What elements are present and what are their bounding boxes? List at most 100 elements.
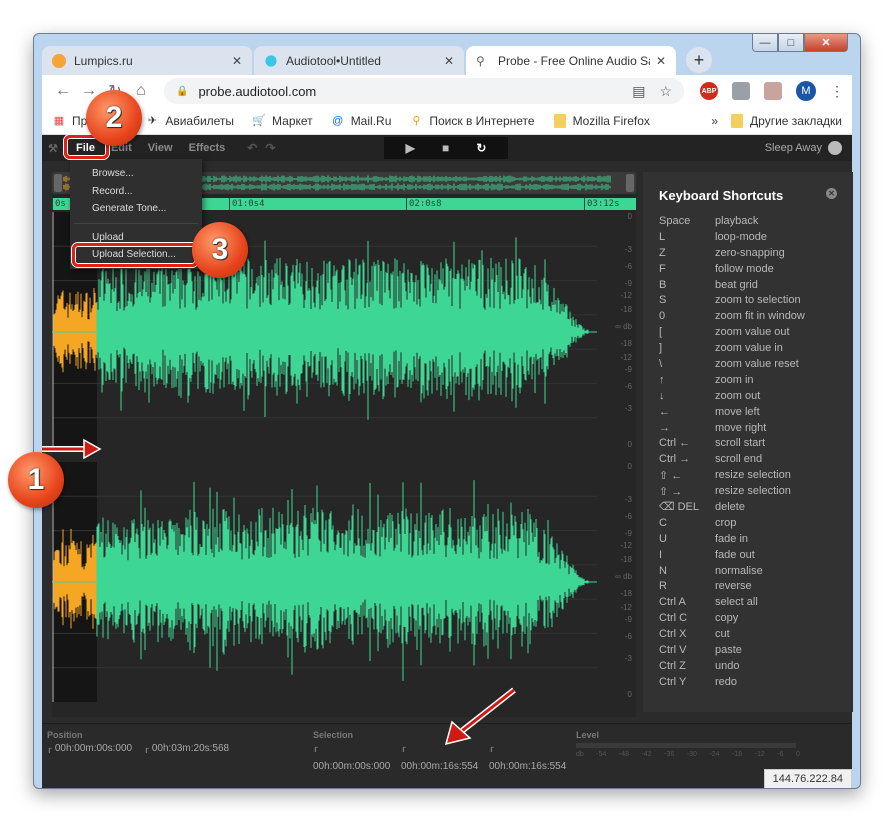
db-tick: -6 [624,512,632,522]
undo-redo-icons[interactable]: ↶↷ [247,141,283,155]
stop-icon[interactable]: ■ [442,141,449,155]
shortcuts-list: Space playback Lloop-mode Zzero-snapping Ffo… [659,213,837,690]
tab-probe[interactable]: ⚲ Probe - Free Online Audio Sampl ✕ [466,46,676,75]
menu-view[interactable]: View [140,142,181,154]
bookmark-aviabilety[interactable]: ✈ Авиабилеты [145,114,234,128]
timeline-mark: 0s [52,198,66,210]
tab-audiotool[interactable]: Audiotool•Untitled ✕ [254,46,464,75]
db-tick: ∞ db [615,322,632,332]
db-tick: -3 [624,403,632,413]
position-start: ┎ 00h:00m:00s:000 [47,743,132,754]
loop-icon[interactable]: ↻ [476,141,486,155]
shortcut-row: Bbeat grid [659,277,837,293]
shortcut-key: Z [659,246,666,259]
bookmark-search[interactable]: ⚲ Поиск в Интернете [409,114,534,128]
profile-avatar[interactable]: M [796,81,816,101]
bookmarks-bar: ▦ Пр ✈ Авиабилеты 🛒 Маркет @ Mail.Ru ⚲ Поиск … [42,107,852,135]
level-tick: -6 [777,751,784,758]
star-icon[interactable]: ☆ [659,83,672,100]
bookmark-firefox[interactable]: Mozilla Firefox [553,113,650,128]
shortcut-row: Ctrl Z undo [659,658,837,674]
shortcut-action: move left [715,405,760,418]
shortcut-action: zoom value out [715,326,790,339]
shortcut-row: Szoom to selection [659,292,837,308]
db-scale-right: 0 -3 -6 -9 -12 -18 ∞ db -18 -12 -9 -6 -3 0 [597,462,636,702]
back-icon[interactable]: ← [50,82,76,100]
level-tick: -48 [618,751,630,758]
translate-icon[interactable]: ▤ [632,83,645,100]
channels[interactable]: 0 -3 -6 -9 -12 -18 ∞ db -18 -12 -9 -6 -3 0 0 -3 -6 -9 -1… [52,212,636,717]
shortcut-action: zoom value in [715,342,783,355]
bookmark-market[interactable]: 🛒 Маркет [252,114,313,128]
shortcut-action: resize selection [715,469,791,482]
level-meter [576,743,796,748]
db-tick: -12 [620,603,632,613]
close-tab-icon[interactable]: ✕ [232,54,242,68]
db-tick: -18 [620,339,632,348]
highlight-upload-selection [72,243,198,267]
probe-favicon-icon: ⚲ [476,53,485,68]
shortcut-row: ← move left [659,404,837,420]
menu-generate-tone[interactable]: Generate Tone... [70,200,202,218]
db-tick: -6 [624,382,632,392]
tab-lumpics[interactable]: Lumpics.ru ✕ [42,46,252,75]
bookmark-mailru[interactable]: @ Mail.Ru [331,114,391,128]
level-tick: -24 [709,751,720,758]
db-tick: -12 [620,353,632,363]
level-tick: -30 [686,751,697,758]
shortcut-row: → move right [659,420,837,436]
shortcut-row: Ifade out [659,547,837,563]
shortcut-action: loop-mode [715,230,767,243]
maximize-button[interactable]: □ [778,34,804,52]
channel-right-waveform[interactable] [52,462,597,702]
db-tick: -9 [624,279,632,288]
shortcut-row: Ufade in [659,531,837,547]
shortcut-key: \ [659,357,663,370]
adblock-icon[interactable]: ABP [700,82,718,100]
step-badge-1: 1 [8,452,64,508]
level-tick: -42 [641,751,652,758]
track-name: Sleep Away [765,141,842,155]
level-tick: -36 [664,751,675,758]
shortcut-key: ] [659,342,663,355]
shortcut-key: ⌫ DEL [659,501,700,514]
audiotool-favicon-icon [265,54,277,67]
new-tab-button[interactable]: + [686,47,712,73]
other-bookmarks[interactable]: Другие закладки [730,113,842,128]
selection-end: 00h:00m:16s:554 [401,761,479,772]
extension-icon[interactable] [732,82,750,100]
shortcut-key: I [659,548,663,561]
close-window-button[interactable]: ✕ [804,34,848,52]
minimap-right-handle[interactable] [626,174,634,192]
menu-kebab-icon[interactable]: ⋮ [830,83,844,100]
close-icon[interactable]: ✕ [826,188,837,199]
minimize-button[interactable]: — [752,34,778,52]
lock-icon: 🔒 [176,85,189,97]
timeline-mark: 03:12s [584,198,620,210]
shortcut-key: Ctrl ← [659,437,691,450]
level-tick: -12 [754,751,765,758]
bookmarks-overflow[interactable]: » [711,114,718,128]
shortcut-row: Ffollow mode [659,261,837,277]
address-bar[interactable]: 🔒 probe.audiotool.com ▤ ☆ [164,78,684,104]
shortcut-key: Ctrl Z [659,659,686,672]
menu-effects[interactable]: Effects [181,142,234,154]
arrow-pointer-icon [444,687,516,746]
level-tick: 0 [796,751,800,758]
mailru-icon: @ [332,114,344,127]
shortcut-row: Ctrl Y redo [659,674,837,690]
play-icon[interactable]: ▶ [406,141,415,155]
menu-record[interactable]: Record... [70,183,202,201]
shortcut-action: move right [715,421,767,434]
shortcut-action: zoom in [715,373,754,386]
close-tab-icon[interactable]: ✕ [656,54,666,68]
bookmark-apps[interactable]: ▦ Пр [52,114,88,128]
step-badge-2: 2 [86,90,142,146]
shortcut-key: Ctrl X [659,628,687,641]
menu-browse[interactable]: Browse... [70,165,202,183]
pdf-icon[interactable] [764,82,782,100]
db-tick: -18 [620,589,632,598]
position-label: Position [47,730,83,740]
shortcut-row: Space playback [659,213,837,229]
close-tab-icon[interactable]: ✕ [444,54,454,68]
